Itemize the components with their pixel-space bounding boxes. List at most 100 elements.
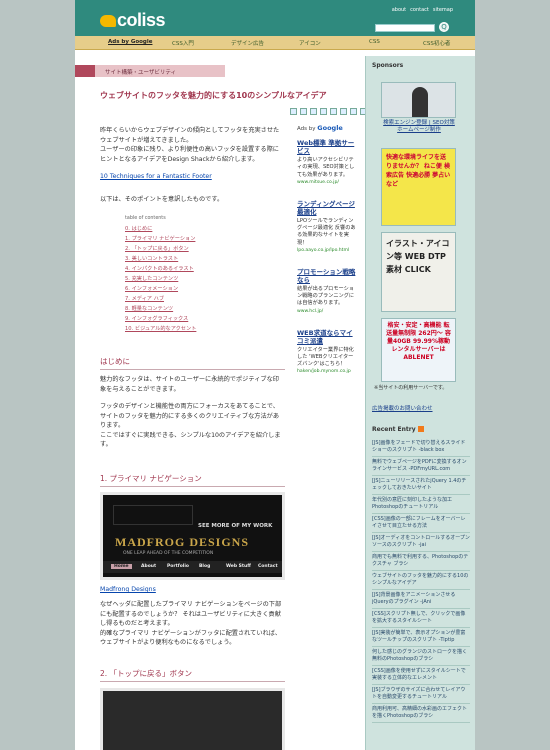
toc-title: table of contents (125, 216, 166, 221)
nav-css-beginner[interactable]: CSS初心者 (423, 39, 450, 47)
ad-text: クリエイター業界に特化した 'WEBクリエイターズバンク'はこちら！ (297, 346, 354, 368)
screenshot-tagline: ONE LEAP AHEAD OF THE COMPETITION (123, 551, 214, 556)
ad-text: LPOツールでランディングページ最適化 反響のある効果的なサイトを実現！ (297, 218, 356, 246)
bookmark-icon[interactable] (290, 108, 297, 115)
ad-text: 結果が出るプロモーション戦略のプランニングには自信があります。 (297, 286, 355, 307)
toc-item[interactable]: 1. プライマリ ナビゲーション (125, 234, 196, 244)
screenshot-menu: Home About Portfolio Blog Web Stuff Cont… (103, 561, 282, 573)
yahoo-bookmark-icon[interactable] (340, 108, 347, 115)
bird-icon (100, 15, 116, 27)
about-link[interactable]: about (392, 7, 406, 13)
intro-section-p1: 魅力的なフッタは、サイトのユーザーに永続的でポジティブな印象を与えることができま… (100, 376, 279, 393)
recent-entry[interactable]: 何した感じのグランジのストロークを描く無料のPhotoshopのブラシ (372, 647, 470, 666)
breadcrumb-label: サイト構築・ユーザビリティ (105, 70, 177, 76)
recent-entry[interactable]: [CSS]画像の一部にフレームをオーバーレイさせて目立たせる方法 (372, 514, 470, 533)
toc-item[interactable]: 7. メディア ハブ (125, 294, 196, 304)
toc-item[interactable]: 4. インパクトのあるイラスト (125, 264, 196, 274)
top-navbar: Ads by Google CSS入門 デザイン広告 アイコン CSS CSS初… (75, 36, 475, 50)
recent-entry[interactable]: [JS]ブラウザのサイズに合わせてレイアウトを自動変更するチュートリアル (372, 685, 470, 704)
search-input[interactable] (375, 24, 435, 32)
primary-nav-text: なぜヘッダに配置したプライマリ ナビゲーションをページの下部にも配置するのでしょ… (100, 601, 282, 647)
ad-url[interactable]: lpo.aayo.co.jp/lpo.html (297, 247, 357, 254)
sidebar: Sponsors 検索エンジン登録 | SEO対策 ホームページ制作 快適な環境… (365, 56, 475, 750)
ad-inquiry-link[interactable]: 広告掲載のお問い合わせ (372, 406, 433, 413)
recent-entry[interactable]: [JS]画像をフェードで切り替えるスライドショーのスクリプト -black bo… (372, 438, 470, 457)
server-note: ※当サイトの利用サーバーです。 (374, 385, 448, 391)
recent-entry[interactable]: [CSS]スクリプト無しで、クリックで画像を拡大するスタイルシート (372, 609, 470, 628)
twitter-icon[interactable] (350, 108, 357, 115)
sponsor1-link[interactable]: 検索エンジン登録 | SEO対策 ホームページ制作 (374, 120, 464, 134)
ad-item[interactable]: プロモーション戦略なら 結果が出るプロモーション戦略のプランニングには自信があり… (297, 268, 357, 315)
google-ads-column: Ads by Google Web標準 準拠サービス より高いアクセシビリティの… (297, 124, 357, 390)
toc-item[interactable]: 3. 美しいコントラスト (125, 254, 196, 264)
contact-link[interactable]: contact (410, 7, 429, 13)
ad-url[interactable]: haken/job.mynom.co.jp (297, 368, 357, 375)
rss-icon[interactable] (417, 426, 424, 432)
recent-entry-list: [JS]画像をフェードで切り替えるスライドショーのスクリプト -black bo… (372, 438, 470, 723)
screenshot-menu-item: Portfolio (167, 564, 189, 569)
ad-title[interactable]: Web標準 準拠サービス (297, 139, 357, 155)
nav-css-intro[interactable]: CSS入門 (172, 39, 194, 47)
recent-entry[interactable]: [JS]オーディオをコントロールするオープンソースのスクリプト -jai (372, 533, 470, 552)
ad-title[interactable]: プロモーション戦略なら (297, 268, 357, 284)
toc-item[interactable]: 8. 軽量なコンテンツ (125, 304, 196, 314)
sitemap-link[interactable]: sitemap (433, 7, 453, 13)
ad-title[interactable]: ランディングページ最適化 (297, 200, 357, 216)
madfrog-caption-link[interactable]: Madfrong Designs (100, 585, 285, 595)
sponsor1-banner[interactable] (381, 82, 456, 118)
madfrog-screenshot[interactable]: SEE MORE OF MY WORK MADFROG DESIGNS ONE … (100, 492, 285, 580)
recent-entry[interactable]: ウェブサイトのフッタを魅力的にする10のシンプルなアイデア (372, 571, 470, 590)
section-heading-intro: はじめに (100, 356, 285, 370)
ad-url[interactable]: www.hcl.jp/ (297, 308, 357, 315)
recent-entry[interactable]: [JS]ニューリリースされたjQuery 1.4のチェックしておきたいサイト (372, 476, 470, 495)
screenshot-menu-item: Contact (258, 564, 278, 569)
screenshot-logo: MADFROG DESIGNS (115, 535, 250, 549)
section-heading-back-to-top: 2. 「トップに戻る」ボタン (100, 668, 285, 682)
search-button[interactable]: Q (439, 22, 449, 32)
sponsors-heading: Sponsors (372, 62, 404, 69)
recent-entry[interactable]: 商用でも無料で利用する、Photoshopのテクスチャ ブラシ (372, 552, 470, 571)
person-photo (412, 87, 428, 117)
recent-entry[interactable]: 無料でウェブページをPDFに変換するオンラインサービス -PDFmyURL.co… (372, 457, 470, 476)
nav-css[interactable]: CSS (369, 39, 380, 45)
recent-entry[interactable]: 商用利用可、高精細の水彩画のエフェクトを描くPhotoshopのブラシ (372, 704, 470, 723)
lead-text: 以下は、そのポイントを意訳したものです。 (100, 196, 224, 203)
ad-item[interactable]: WEB求道ならマイコミ派遣 クリエイター業界に特化した 'WEBクリエイターズバ… (297, 329, 357, 376)
nav-ads-by-google[interactable]: Ads by Google (108, 39, 152, 45)
ad-url[interactable]: www.mitsue.co.jp/ (297, 179, 357, 186)
web-dtp-material-banner[interactable]: イラスト・アイコン等 WEB DTP 素材 CLICK (381, 232, 456, 312)
section-heading-primary-nav: 1. プライマリ ナビゲーション (100, 473, 285, 487)
back-to-top-screenshot[interactable] (100, 688, 285, 750)
recent-entry[interactable]: [JS]実装が簡単で、表示オプションが豊富なツールチップのスクリプト -Tipt… (372, 628, 470, 647)
neko-bin-banner[interactable]: 快適な環境ライフを送りませんか？ ねこ便 検索広告 快適必勝 夢占いなど (381, 148, 456, 226)
screenshot-menu-item: Blog (199, 564, 211, 569)
buzzurl-icon[interactable] (330, 108, 337, 115)
toc-item[interactable]: 2. 「トップに戻る」ボタン (125, 244, 196, 254)
ad-title[interactable]: WEB求道ならマイコミ派遣 (297, 329, 357, 345)
intro-section-p2: フッタのデザインと機能性の両方にフォーカスをあてることで、サイトのフッタを魅力的… (100, 403, 281, 449)
toc-item[interactable]: 0. はじめに (125, 224, 196, 234)
nav-design-ads[interactable]: デザイン広告 (231, 39, 264, 47)
toc-item[interactable]: 10. ビジュアル的なアクセント (125, 324, 196, 334)
ads-by-google-label[interactable]: Ads by Google (297, 124, 357, 133)
toc-item[interactable]: 6. インフォメーション (125, 284, 196, 294)
toc-item[interactable]: 5. 充実したコンテンツ (125, 274, 196, 284)
recent-entry[interactable]: 年代別の意匠に刻印したような加工Photoshopのチュートリアル (372, 495, 470, 514)
hatena-icon[interactable] (300, 108, 307, 115)
toc-item[interactable]: 9. インフォグラフィックス (125, 314, 196, 324)
recent-entry[interactable]: [CSS]画像を使用せずにスタイルシートで実装する立体的なエレメント (372, 666, 470, 685)
screenshot-banner: SEE MORE OF MY WORK (198, 523, 273, 529)
nav-icons[interactable]: アイコン (299, 39, 321, 47)
ad-item[interactable]: ランディングページ最適化 LPOツールでランディングページ最適化 反響のある効果… (297, 200, 357, 254)
source-link[interactable]: 10 Techniques for a Fantastic Footer (100, 172, 285, 182)
screenshot-nav-box (113, 505, 193, 525)
livedoor-icon[interactable] (320, 108, 327, 115)
category-breadcrumb[interactable]: サイト構築・ユーザビリティ (75, 65, 225, 77)
delicious-icon[interactable] (310, 108, 317, 115)
recent-entry[interactable]: [JS]背景画像をアニメーションさせるjQueryのプラグイン -jAni (372, 590, 470, 609)
ablenet-banner[interactable]: 格安・安定・高機能 転送量無制限 262円〜 容量40GB 99.99%稼動 レ… (381, 318, 456, 382)
article-title: ウェブサイトのフッタを魅力的にする10のシンプルなアイデア (100, 91, 327, 100)
site-logo[interactable]: coliss (100, 10, 166, 31)
share-icons (290, 108, 367, 115)
ad-item[interactable]: Web標準 準拠サービス より高いアクセシビリティの実現、SEO対策としても効果… (297, 139, 357, 186)
